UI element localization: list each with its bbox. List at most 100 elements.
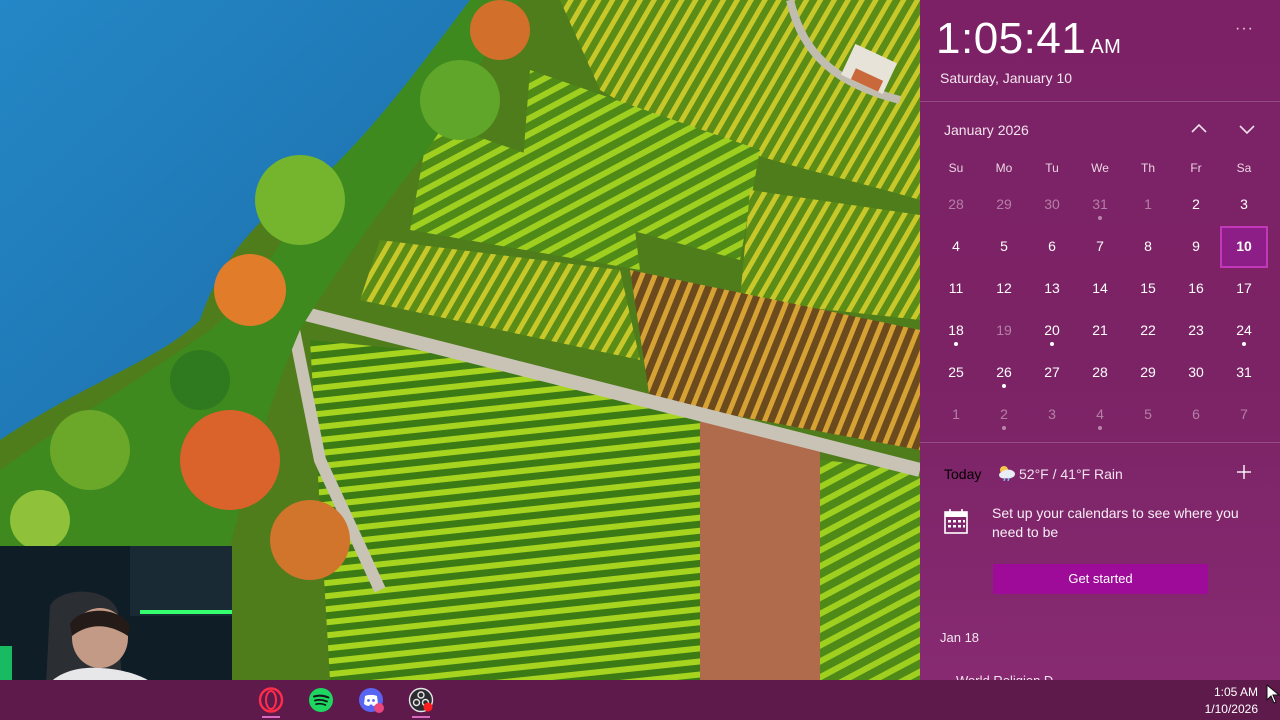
calendar-day[interactable]: 7 [1220, 394, 1268, 436]
calendar-day-number: 31 [1092, 196, 1108, 212]
calendar-day[interactable]: 4 [932, 226, 980, 268]
calendar-day-number: 23 [1188, 322, 1204, 338]
weekday-header-row: Su Mo Tu We Th Fr Sa [932, 152, 1268, 184]
calendar-day-number: 2 [1000, 406, 1008, 422]
calendar-day-number: 29 [996, 196, 1012, 212]
calendar-day[interactable]: 21 [1076, 310, 1124, 352]
calendar-day[interactable]: 12 [980, 268, 1028, 310]
tray-time: 1:05 AM [1213, 685, 1258, 699]
calendar-day[interactable]: 1 [1124, 184, 1172, 226]
calendar-day-number: 30 [1044, 196, 1060, 212]
agenda-divider [920, 442, 1280, 443]
calendar-day-number: 10 [1236, 238, 1252, 254]
calendar-day-number: 13 [1044, 280, 1060, 296]
discord-icon[interactable] [358, 687, 384, 713]
event-indicator-dot [1050, 342, 1054, 346]
calendar-week-row: 4 5 6 7 8 9 10 [932, 226, 1268, 268]
calendar-day[interactable]: 30 [1172, 352, 1220, 394]
clock-date[interactable]: Saturday, January 10 [940, 70, 1072, 86]
calendar-day[interactable]: 9 [1172, 226, 1220, 268]
calendar-day[interactable]: 7 [1076, 226, 1124, 268]
event-indicator-dot [1002, 384, 1006, 388]
calendar-day[interactable]: 6 [1172, 394, 1220, 436]
calendar-day-number: 27 [1044, 364, 1060, 380]
calendar-day[interactable]: 20 [1028, 310, 1076, 352]
calendar-icon [944, 509, 968, 534]
calendar-day-number: 9 [1192, 238, 1200, 254]
calendar-day[interactable]: 18 [932, 310, 980, 352]
get-started-button[interactable]: Get started [993, 564, 1208, 594]
add-event-button[interactable] [1236, 464, 1252, 480]
calendar-day-number: 30 [1188, 364, 1204, 380]
calendar-day[interactable]: 5 [980, 226, 1028, 268]
calendar-day[interactable]: 13 [1028, 268, 1076, 310]
calendar-day-number: 15 [1140, 280, 1156, 296]
calendar-day[interactable]: 8 [1124, 226, 1172, 268]
calendar-day[interactable]: 6 [1028, 226, 1076, 268]
calendar-day-number: 17 [1236, 280, 1252, 296]
calendar-day[interactable]: 26 [980, 352, 1028, 394]
previous-month-button[interactable] [1188, 118, 1210, 140]
calendar-day[interactable]: 27 [1028, 352, 1076, 394]
calendar-day[interactable]: 1 [932, 394, 980, 436]
opera-icon[interactable] [258, 687, 284, 713]
calendar-day[interactable]: 28 [1076, 352, 1124, 394]
weekday-label: Su [948, 161, 964, 175]
calendar-day[interactable]: 30 [1028, 184, 1076, 226]
tray-clock[interactable]: 1:05 AM 1/10/2026 [1205, 684, 1258, 718]
event-indicator-dot [1098, 426, 1102, 430]
calendar-day[interactable]: 11 [932, 268, 980, 310]
calendar-day-number: 4 [952, 238, 960, 254]
clock-time-value: 1:05:41 [936, 14, 1087, 63]
calendar-day-number: 1 [952, 406, 960, 422]
calendar-day-number: 16 [1188, 280, 1204, 296]
calendar-day-today[interactable]: 10 [1220, 226, 1268, 268]
calendar-day[interactable]: 23 [1172, 310, 1220, 352]
calendar-setup-message: Set up your calendars to see where you n… [992, 505, 1239, 540]
calendar-day[interactable]: 16 [1172, 268, 1220, 310]
calendar-weeks: 28 29 30 31 1 2 3 4 5 6 7 8 9 10 11 12 13 14 15 16 17 18 19 20 2… [932, 184, 1268, 436]
obs-icon[interactable] [408, 687, 434, 713]
obs-active-indicator [412, 716, 430, 718]
more-options-button[interactable]: ··· [1235, 20, 1254, 38]
event-indicator-dot [954, 342, 958, 346]
mouse-cursor-icon [1266, 684, 1280, 704]
calendar-day[interactable]: 31 [1220, 352, 1268, 394]
calendar-day-number: 3 [1240, 196, 1248, 212]
calendar-week-row: 18 19 20 21 22 23 24 [932, 310, 1268, 352]
calendar-day[interactable]: 3 [1220, 184, 1268, 226]
calendar-day[interactable]: 2 [980, 394, 1028, 436]
calendar-day[interactable]: 28 [932, 184, 980, 226]
calendar-day[interactable]: 17 [1220, 268, 1268, 310]
agenda-next-event[interactable]: World Religion D... [956, 673, 1064, 680]
calendar-week-row: 25 26 27 28 29 30 31 [932, 352, 1268, 394]
calendar-day[interactable]: 25 [932, 352, 980, 394]
calendar-day-number: 28 [1092, 364, 1108, 380]
calendar-day[interactable]: 19 [980, 310, 1028, 352]
calendar-day[interactable]: 29 [980, 184, 1028, 226]
weather-summary[interactable]: 52°F / 41°F Rain [1019, 466, 1123, 482]
month-label[interactable]: January 2026 [944, 122, 1029, 138]
calendar-day[interactable]: 15 [1124, 268, 1172, 310]
calendar-day[interactable]: 29 [1124, 352, 1172, 394]
calendar-day[interactable]: 2 [1172, 184, 1220, 226]
calendar-day-number: 5 [1000, 238, 1008, 254]
calendar-day-number: 2 [1192, 196, 1200, 212]
next-month-button[interactable] [1236, 118, 1258, 140]
calendar-day[interactable]: 24 [1220, 310, 1268, 352]
calendar-day-number: 20 [1044, 322, 1060, 338]
calendar-day[interactable]: 22 [1124, 310, 1172, 352]
calendar-day[interactable]: 31 [1076, 184, 1124, 226]
event-indicator-dot [1002, 426, 1006, 430]
calendar-day-number: 24 [1236, 322, 1252, 338]
calendar-day[interactable]: 5 [1124, 394, 1172, 436]
calendar-day[interactable]: 3 [1028, 394, 1076, 436]
calendar-day-number: 7 [1240, 406, 1248, 422]
spotify-icon[interactable] [308, 687, 334, 713]
calendar-day[interactable]: 4 [1076, 394, 1124, 436]
calendar-day-number: 31 [1236, 364, 1252, 380]
calendar-day-number: 1 [1144, 196, 1152, 212]
calendar-day[interactable]: 14 [1076, 268, 1124, 310]
clock-ampm: AM [1090, 36, 1122, 58]
calendar-day-number: 11 [948, 280, 964, 296]
